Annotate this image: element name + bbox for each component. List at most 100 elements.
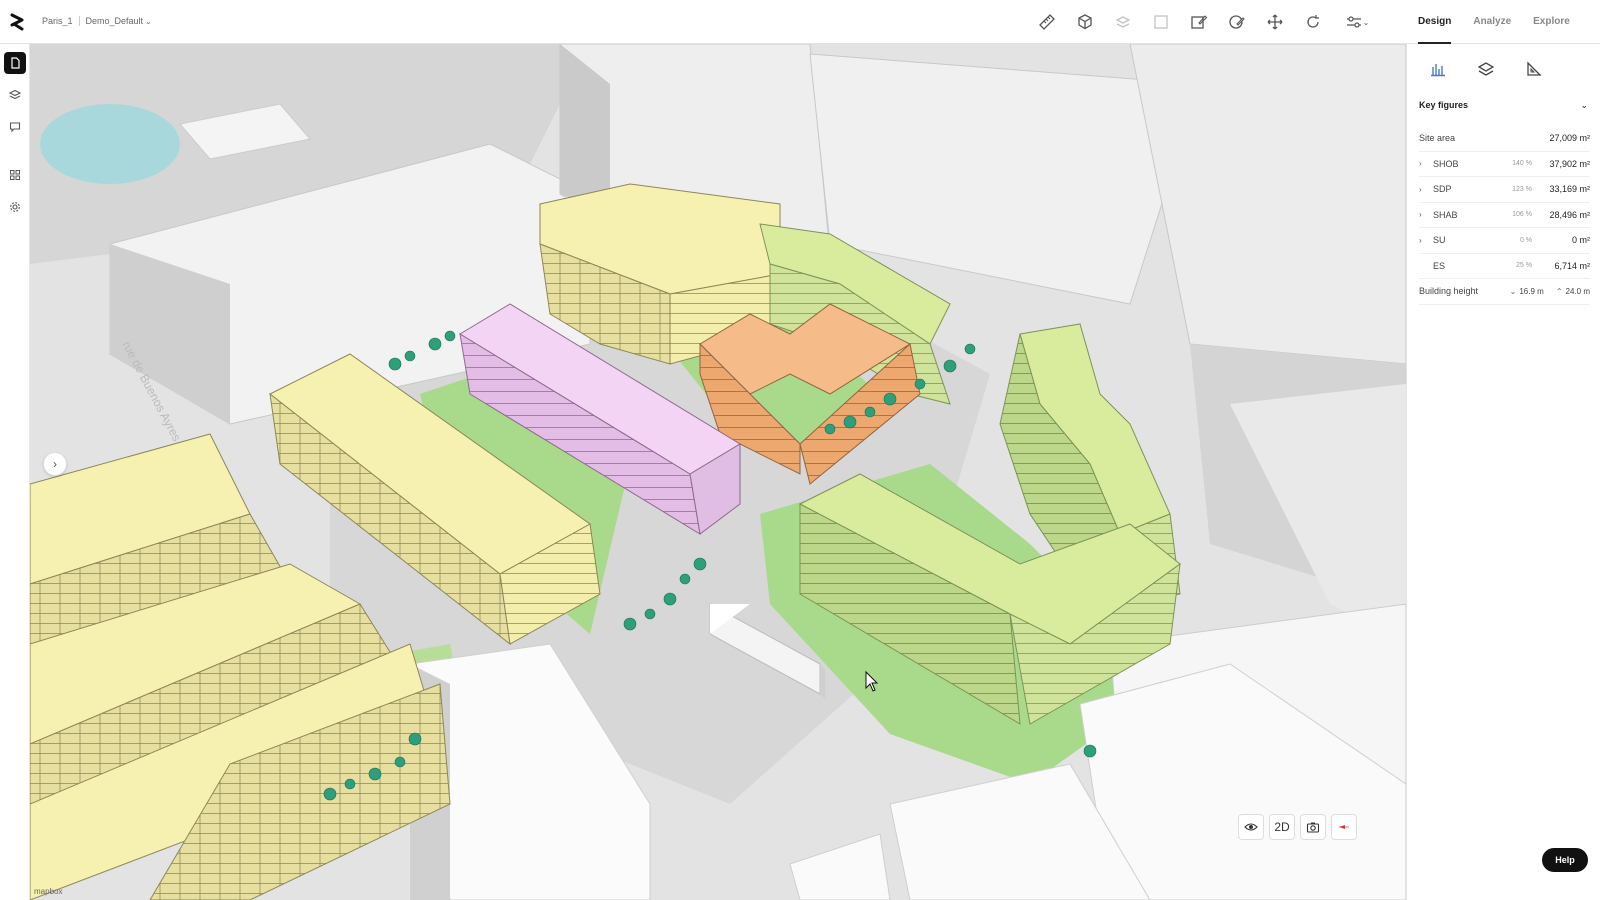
chevron-down-icon: ⌄	[1580, 100, 1588, 110]
help-button[interactable]: Help	[1542, 848, 1588, 872]
metric-value: 0 m²	[1572, 235, 1590, 246]
section-title: Key figures	[1419, 100, 1469, 110]
scenario-label: Demo_Default	[85, 16, 144, 26]
grid-icon	[10, 170, 20, 180]
metric-percent: 140 %	[1512, 160, 1532, 168]
square-icon	[1154, 15, 1168, 29]
breadcrumb-project[interactable]: Paris_1	[42, 16, 73, 26]
panel-tabs	[1429, 60, 1543, 78]
metric-value: 33,169 m²	[1549, 184, 1590, 195]
metric-label: SHOB	[1433, 158, 1459, 169]
layers-icon	[1478, 62, 1494, 76]
breadcrumb-separator	[78, 16, 80, 26]
chevron-right-icon: ›	[53, 457, 57, 471]
tab-design[interactable]: Design	[1407, 0, 1462, 44]
chevron-down-icon: ⌄	[145, 17, 152, 26]
metric-label: SU	[1433, 235, 1446, 246]
eye-icon	[1244, 823, 1258, 831]
map-controls: 2D	[1238, 814, 1357, 840]
chevron-right-icon: ›	[1419, 184, 1422, 194]
draw-tool-button[interactable]	[1187, 10, 1211, 34]
site-area-label: Site area	[1419, 133, 1456, 144]
polygon-tool-button[interactable]	[1225, 10, 1249, 34]
metric-label: SDP	[1433, 184, 1452, 195]
lake	[40, 104, 180, 184]
tab-analyze[interactable]: Analyze	[1462, 0, 1522, 44]
screenshot-button[interactable]	[1300, 814, 1326, 840]
site-area-row: Site area 27,009 m²	[1419, 126, 1590, 152]
camera-icon	[1306, 822, 1320, 833]
max-height-icon: ⌃	[1555, 286, 1563, 296]
copy-tool-button[interactable]	[1111, 10, 1135, 34]
breadcrumb: Paris_1 Demo_Default ⌄	[42, 16, 152, 26]
sidebar-item-settings[interactable]	[4, 196, 26, 218]
sliders-icon	[1346, 16, 1361, 28]
max-height-value: 24.0 m	[1565, 286, 1590, 296]
metric-row-sdp[interactable]: › SDP 123 % 33,169 m²	[1419, 177, 1590, 203]
metric-row-su[interactable]: › SU 0 % 0 m²	[1419, 228, 1590, 254]
metric-percent: 123 %	[1512, 185, 1532, 193]
metric-percent: 0 %	[1519, 236, 1532, 244]
layers-icon	[9, 89, 21, 100]
3d-scene[interactable]: rue de Buenos Ayres	[30, 44, 1406, 900]
cube-icon	[1078, 14, 1092, 30]
site-area-value: 27,009 m²	[1549, 133, 1590, 144]
move-tool-button[interactable]	[1263, 10, 1287, 34]
rotate-tool-button[interactable]	[1301, 10, 1325, 34]
top-bar: Paris_1 Demo_Default ⌄ ⌄ Design Analyze E…	[0, 0, 1600, 44]
key-figures-list: Site area 27,009 m² › SHOB 140 % 37,902 …	[1419, 126, 1590, 305]
scenario-dropdown[interactable]: Demo_Default ⌄	[86, 16, 152, 26]
tab-layers[interactable]	[1477, 60, 1495, 78]
key-figures-header[interactable]: Key figures ⌄	[1419, 100, 1588, 111]
3d-box-tool-button[interactable]	[1073, 10, 1097, 34]
map-viewport[interactable]: rue de Buenos Ayres › mapbox	[30, 44, 1406, 900]
tab-explore[interactable]: Explore	[1522, 0, 1581, 44]
measure-tool-button[interactable]	[1035, 10, 1059, 34]
metric-percent: 106 %	[1512, 211, 1532, 219]
metric-value: 28,496 m²	[1549, 209, 1590, 220]
building-height-label: Building height	[1419, 286, 1479, 297]
app-logo[interactable]	[8, 12, 26, 32]
tab-geometry[interactable]	[1525, 60, 1543, 78]
metric-value: 6,714 m²	[1554, 260, 1590, 271]
duplicate-icon	[1115, 16, 1131, 28]
move-icon	[1267, 14, 1283, 30]
compass-button[interactable]	[1331, 814, 1357, 840]
toolbar: ⌄	[1035, 10, 1375, 34]
bar-chart-icon	[1431, 64, 1445, 77]
min-height-icon: ⌄	[1509, 286, 1517, 296]
metric-row-shab[interactable]: › SHAB 106 % 28,496 m²	[1419, 203, 1590, 228]
chevron-right-icon: ›	[1419, 210, 1422, 220]
chevron-right-icon: ›	[1419, 159, 1422, 169]
set-square-icon	[1527, 61, 1542, 76]
key-figures-panel: Key figures ⌄ Site area 27,009 m² › SHOB…	[1406, 44, 1600, 900]
gear-icon	[10, 202, 20, 212]
comment-icon	[9, 122, 21, 133]
metric-label: ES	[1433, 260, 1446, 271]
metric-percent: 25 %	[1516, 262, 1532, 270]
metric-value: 37,902 m²	[1549, 158, 1590, 169]
ruler-icon	[1039, 14, 1055, 30]
shape-tool-button[interactable]	[1149, 10, 1173, 34]
chevron-right-icon: ›	[1419, 235, 1422, 245]
rotate-icon	[1307, 15, 1319, 28]
mode-tabs: Design Analyze Explore	[1407, 0, 1581, 44]
metric-label: SHAB	[1433, 209, 1458, 220]
tab-statistics[interactable]	[1429, 60, 1447, 78]
settings-dropdown-button[interactable]: ⌄	[1339, 10, 1375, 34]
compass-icon	[1339, 825, 1349, 829]
sidebar-item-document[interactable]	[4, 52, 26, 74]
edit-icon	[1191, 15, 1208, 29]
expand-panel-button[interactable]: ›	[43, 452, 67, 476]
sidebar-item-components[interactable]	[4, 164, 26, 186]
left-sidebar	[0, 44, 30, 900]
view-mode-button[interactable]: 2D	[1269, 814, 1295, 840]
sidebar-item-comments[interactable]	[4, 116, 26, 138]
sidebar-item-layers[interactable]	[4, 84, 26, 106]
building-height-row: Building height ⌄ 16.9 m ⌃ 24.0 m	[1419, 279, 1590, 305]
document-icon	[11, 57, 20, 69]
metric-row-shob[interactable]: › SHOB 140 % 37,902 m²	[1419, 152, 1590, 177]
polygon-edit-icon	[1229, 15, 1245, 29]
chevron-down-icon: ⌄	[1362, 17, 1370, 27]
visibility-button[interactable]	[1238, 814, 1264, 840]
